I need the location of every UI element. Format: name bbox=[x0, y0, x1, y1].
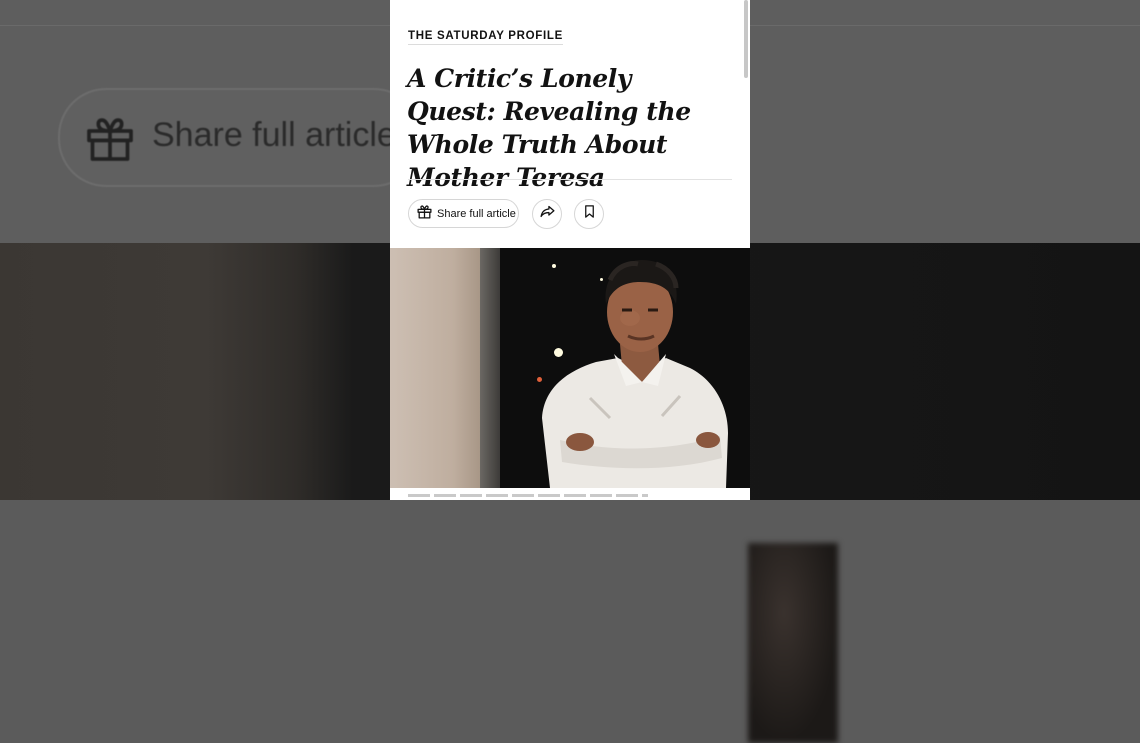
caption-placeholder bbox=[408, 494, 648, 497]
background-figure bbox=[748, 543, 838, 743]
article-kicker[interactable]: THE SATURDAY PROFILE bbox=[408, 30, 563, 45]
bookmark-icon bbox=[582, 204, 597, 224]
share-button[interactable] bbox=[532, 199, 562, 229]
divider bbox=[408, 179, 732, 180]
background-gift-icon bbox=[82, 110, 138, 171]
share-full-article-button[interactable]: Share full article bbox=[408, 199, 519, 228]
gift-icon bbox=[416, 203, 433, 225]
photo-wall bbox=[390, 248, 480, 488]
article-headline: A Critic’s Lonely Quest: Revealing the W… bbox=[407, 64, 691, 192]
photo-window-frame bbox=[480, 248, 500, 488]
scrollbar[interactable] bbox=[744, 0, 748, 78]
background-share-pill: Share full article bbox=[58, 88, 422, 187]
share-full-article-label: Share full article bbox=[437, 207, 516, 220]
share-arrow-icon bbox=[539, 203, 556, 225]
background-share-label: Share full article bbox=[152, 116, 396, 154]
bookmark-button[interactable] bbox=[574, 199, 604, 229]
photo-person bbox=[542, 260, 728, 488]
article-photo[interactable] bbox=[390, 248, 750, 488]
article-panel[interactable]: THE SATURDAY PROFILE A Critic’s Lonely Q… bbox=[390, 0, 750, 500]
